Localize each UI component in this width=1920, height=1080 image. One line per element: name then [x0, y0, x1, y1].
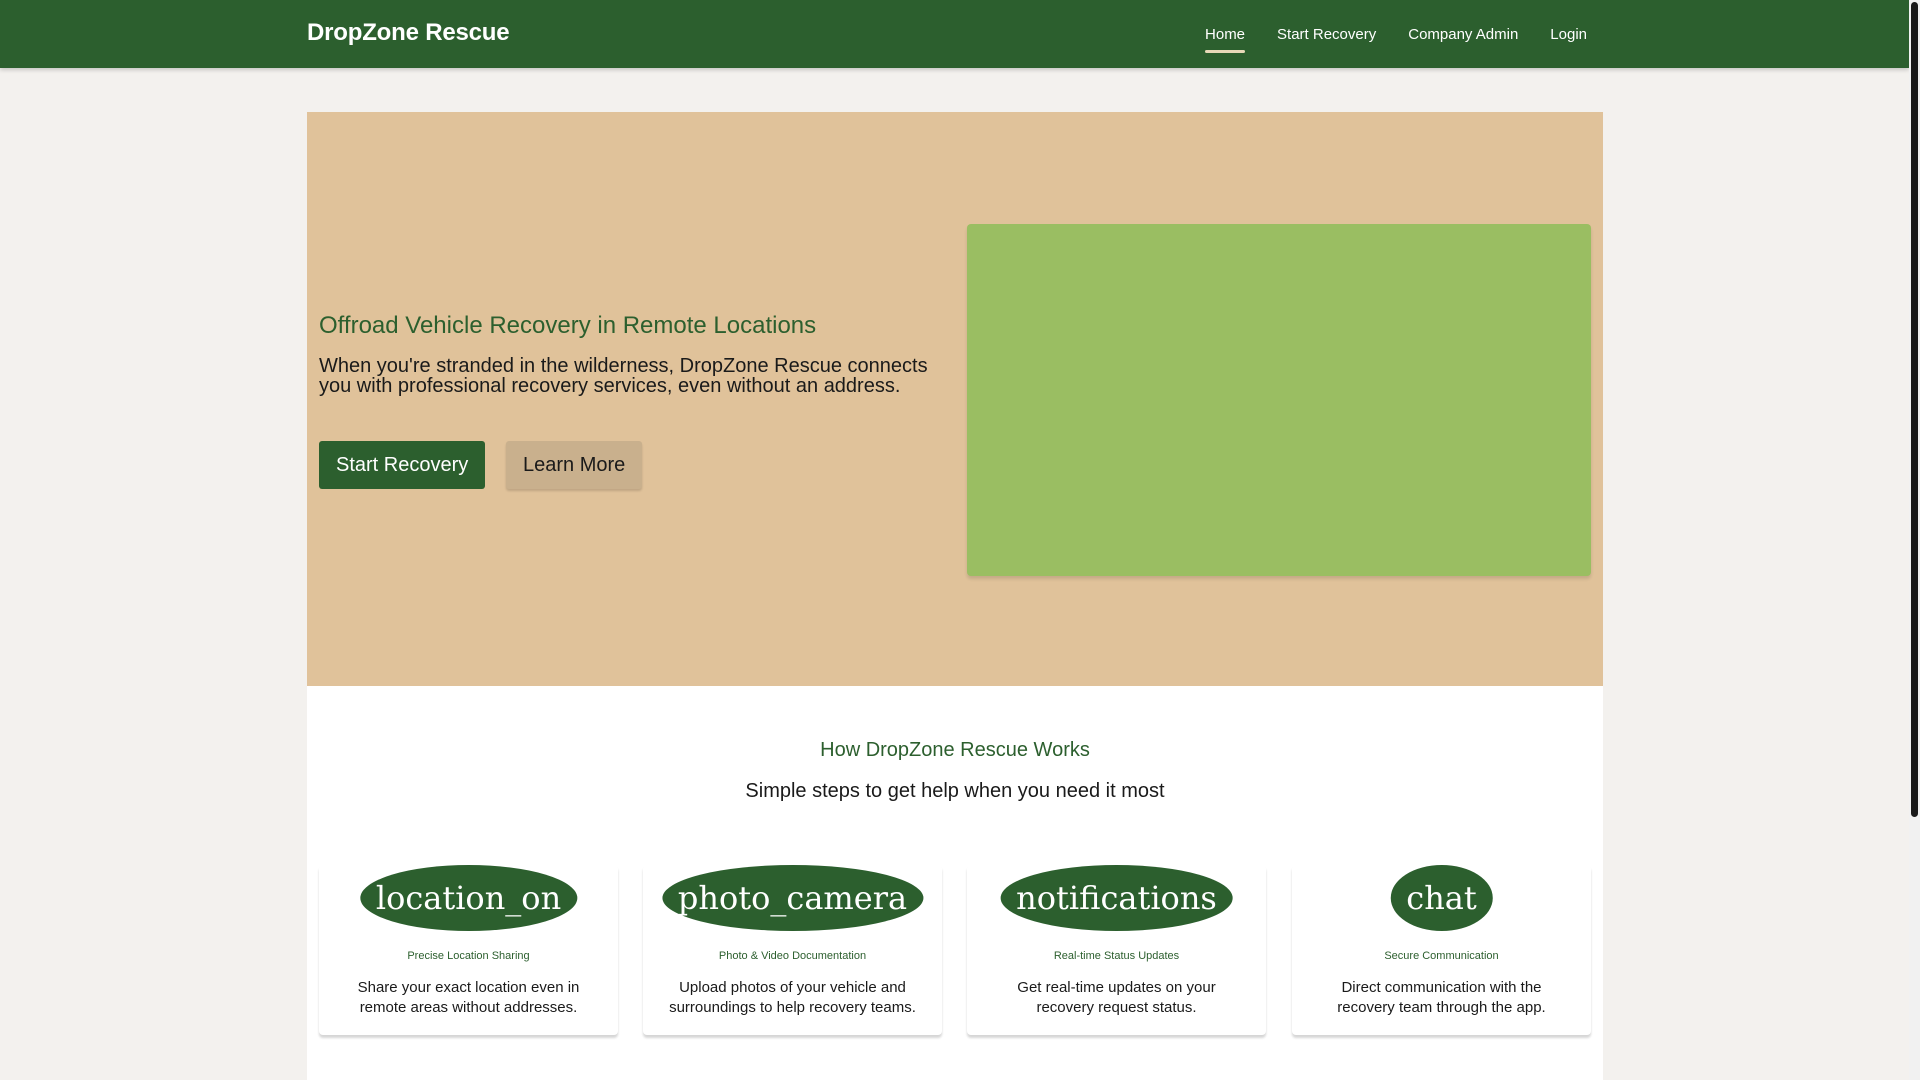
nav-start-recovery[interactable]: Start Recovery	[1277, 22, 1376, 47]
hero-image-placeholder	[967, 224, 1591, 576]
brand-logo[interactable]: DropZone Rescue	[307, 19, 510, 47]
location-icon: location_on	[359, 865, 578, 931]
how-it-works-section: How DropZone Rescue Works Simple steps t…	[307, 686, 1603, 1080]
feature-description: Upload photos of your vehicle and surrou…	[669, 979, 916, 1016]
hero-title: Offroad Vehicle Recovery in Remote Locat…	[319, 312, 817, 339]
feature-title: Real-time Status Updates	[1053, 950, 1180, 962]
camera-icon: photo_camera	[661, 865, 924, 931]
chat-icon: chat	[1390, 865, 1493, 931]
nav-company-admin[interactable]: Company Admin	[1408, 22, 1518, 47]
page: DropZone Rescue Home Start Recovery Comp…	[0, 0, 1920, 1080]
feature-description: Direct communication with the recovery t…	[1337, 979, 1546, 1016]
feature-description: Share your exact location even in remote…	[357, 979, 580, 1016]
feature-description: Get real-time updates on your recovery r…	[1017, 979, 1216, 1016]
feature-card-notifications: notifications Real-time Status Updates G…	[967, 865, 1266, 1035]
top-navbar: DropZone Rescue Home Start Recovery Comp…	[0, 0, 1909, 68]
feature-title: Precise Location Sharing	[407, 950, 530, 962]
feature-card-chat: chat Secure Communication Direct communi…	[1292, 865, 1591, 1035]
feature-title: Photo & Video Documentation	[718, 950, 867, 962]
start-recovery-button[interactable]: Start Recovery	[319, 441, 486, 489]
hero-section: Offroad Vehicle Recovery in Remote Locat…	[307, 112, 1603, 686]
nav-login[interactable]: Login	[1550, 22, 1587, 47]
scrollbar-thumb[interactable]	[1911, 2, 1918, 817]
hero-description: When you're stranded in the wilderness, …	[319, 355, 928, 397]
main-nav: Home Start Recovery Company Admin Login	[1205, 0, 1587, 68]
section-title: How DropZone Rescue Works	[820, 739, 1090, 761]
learn-more-button[interactable]: Learn More	[506, 441, 643, 489]
nav-home[interactable]: Home	[1205, 22, 1246, 53]
feature-card-location: location_on Precise Location Sharing Sha…	[319, 865, 618, 1035]
notifications-icon: notifications	[1000, 865, 1233, 931]
feature-card-photo: photo_camera Photo & Video Documentation…	[643, 865, 942, 1035]
feature-title: Secure Communication	[1384, 950, 1499, 962]
section-subtitle: Simple steps to get help when you need i…	[745, 780, 1165, 802]
